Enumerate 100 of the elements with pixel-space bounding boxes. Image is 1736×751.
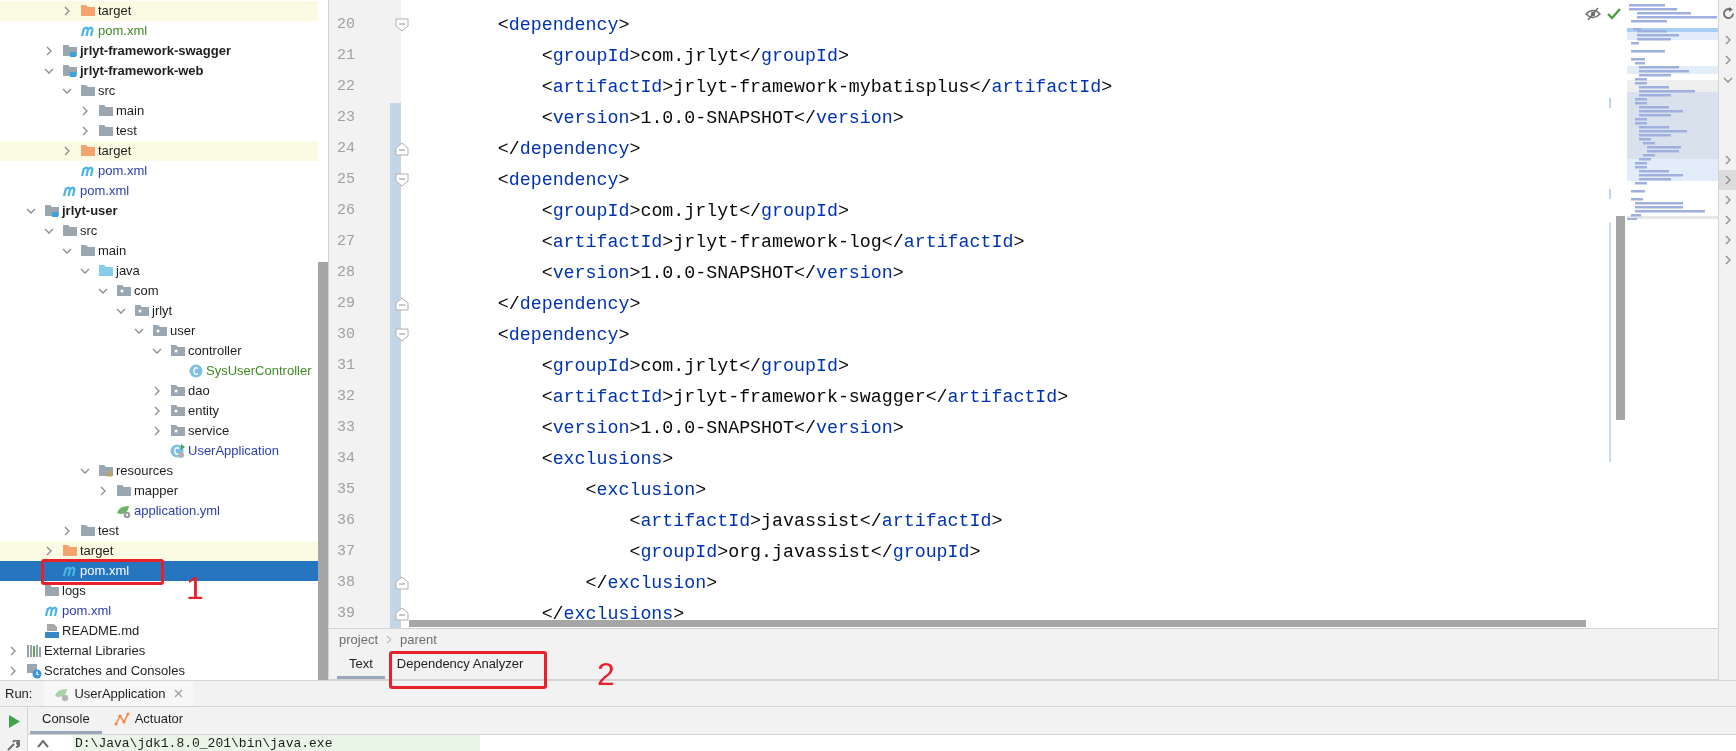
fold-icon[interactable] xyxy=(395,173,409,187)
tree-item[interactable]: main xyxy=(0,101,149,121)
tree-item[interactable]: pom.xml xyxy=(0,601,116,621)
run-icon[interactable] xyxy=(7,715,20,728)
wrench-icon[interactable] xyxy=(7,740,20,751)
chevron-icon[interactable] xyxy=(44,546,54,556)
chevron-icon[interactable] xyxy=(116,306,126,316)
package-icon xyxy=(170,423,186,439)
line-number: 20 xyxy=(336,15,355,36)
chevron-icon[interactable] xyxy=(62,6,72,16)
package-icon xyxy=(134,303,150,319)
scrollbar-thumb[interactable] xyxy=(318,262,328,680)
folder-icon xyxy=(116,483,132,499)
annotation-number: 2 xyxy=(597,656,615,692)
fold-icon[interactable] xyxy=(395,576,409,590)
tree-item[interactable]: resources xyxy=(0,461,178,481)
chevron-icon[interactable] xyxy=(152,346,162,356)
minimap-drawing[interactable] xyxy=(1627,2,1718,220)
chevron-icon[interactable] xyxy=(80,266,90,276)
tree-item[interactable]: UserApplication xyxy=(0,441,284,461)
tree-item[interactable]: README.md xyxy=(0,621,144,641)
tree-item[interactable]: dao xyxy=(0,381,214,401)
tree-item[interactable]: mapper xyxy=(0,481,183,501)
tree-item[interactable]: pom.xml xyxy=(0,21,152,41)
chevron-icon[interactable] xyxy=(80,126,90,136)
chevron-icon[interactable] xyxy=(62,526,72,536)
tree-item[interactable]: logs xyxy=(0,581,90,601)
chevron-icon[interactable] xyxy=(8,646,18,656)
chevron-icon[interactable] xyxy=(98,486,108,496)
tree-item[interactable]: pom.xml xyxy=(0,181,134,201)
tree-item[interactable]: application.yml xyxy=(0,501,224,521)
tree-item[interactable]: user xyxy=(0,321,200,341)
tree-item[interactable]: java xyxy=(0,261,144,281)
tree-item[interactable]: controller xyxy=(0,341,246,361)
chevron-icon xyxy=(386,635,393,644)
code-line: <exclusions> xyxy=(540,447,674,471)
chevron-icon[interactable] xyxy=(44,46,54,56)
tree-item[interactable]: entity xyxy=(0,401,224,421)
chevron-icon[interactable] xyxy=(152,386,162,396)
fold-icon[interactable] xyxy=(395,328,409,342)
fold-icon[interactable] xyxy=(395,142,409,156)
tree-item[interactable]: jrlyt xyxy=(0,301,177,321)
tree-item[interactable]: com xyxy=(0,281,163,301)
tree-item[interactable]: target xyxy=(0,141,318,161)
tree-item[interactable]: main xyxy=(0,241,131,261)
scrollbar-thumb[interactable] xyxy=(409,620,1586,627)
chevron-icon[interactable] xyxy=(44,66,54,76)
tree-item[interactable]: test xyxy=(0,521,123,541)
tree-item[interactable]: jrlyt-framework-swagger xyxy=(0,41,235,61)
fold-icon[interactable] xyxy=(395,607,409,621)
tree-item[interactable]: External Libraries xyxy=(0,641,150,661)
tree-item[interactable]: service xyxy=(0,421,234,441)
chevron-icon[interactable] xyxy=(80,106,90,116)
run-tab[interactable]: UserApplication xyxy=(44,681,193,706)
chevron-icon[interactable] xyxy=(62,246,72,256)
change-marker xyxy=(1609,189,1611,199)
tree-item[interactable]: target xyxy=(0,1,318,21)
chevron-icon[interactable] xyxy=(152,406,162,416)
tree-item[interactable]: pom.xml xyxy=(0,161,152,181)
line-number: 35 xyxy=(336,480,355,501)
tree-item[interactable]: jrlyt-user xyxy=(0,201,122,221)
folder-icon xyxy=(80,523,96,539)
breadcrumb[interactable]: parent xyxy=(400,629,437,650)
chevron-icon[interactable] xyxy=(98,286,108,296)
chevron-icon[interactable] xyxy=(26,206,36,216)
tree-item[interactable]: Scratches and Consoles xyxy=(0,661,189,680)
line-number: 21 xyxy=(336,46,355,67)
check-icon[interactable] xyxy=(1607,8,1621,20)
chevron-icon[interactable] xyxy=(134,326,144,336)
tree-item[interactable]: src xyxy=(0,221,102,241)
fold-icon[interactable] xyxy=(395,18,409,32)
editor-tab[interactable]: Dependency Analyzer xyxy=(384,651,536,679)
console-tab[interactable]: Actuator xyxy=(101,707,196,734)
chevron-icon[interactable] xyxy=(152,426,162,436)
breadcrumb[interactable]: project xyxy=(339,629,379,650)
code-line: </exclusion> xyxy=(584,571,718,595)
folder-icon xyxy=(80,83,96,99)
tree-item[interactable]: src xyxy=(0,81,120,101)
scrollbar-thumb[interactable] xyxy=(1616,216,1625,420)
chevron-icon[interactable] xyxy=(80,466,90,476)
line-number: 37 xyxy=(336,542,355,563)
tree-item[interactable]: jrlyt-framework-web xyxy=(0,61,208,81)
package-icon xyxy=(116,283,132,299)
refresh-icon[interactable] xyxy=(1722,7,1735,20)
chevron-icon[interactable] xyxy=(44,226,54,236)
tree-item[interactable]: test xyxy=(0,121,141,141)
package-icon xyxy=(152,323,168,339)
code-line: </exclusions> xyxy=(540,602,685,626)
tree-item[interactable]: SysUserController xyxy=(0,361,316,381)
chevron-icon[interactable] xyxy=(8,666,18,676)
eye-slash-icon[interactable] xyxy=(1585,7,1601,21)
fold-icon[interactable] xyxy=(395,297,409,311)
chevron-icon[interactable] xyxy=(62,86,72,96)
close-icon[interactable] xyxy=(173,689,183,698)
class-run-icon xyxy=(170,443,186,459)
tree-item[interactable]: target xyxy=(0,541,318,561)
code-line: <artifactId>jrlyt-framework-log</artifactId> xyxy=(540,230,1025,254)
line-number: 33 xyxy=(336,418,355,439)
change-marker xyxy=(1609,98,1611,108)
chevron-icon[interactable] xyxy=(62,146,72,156)
